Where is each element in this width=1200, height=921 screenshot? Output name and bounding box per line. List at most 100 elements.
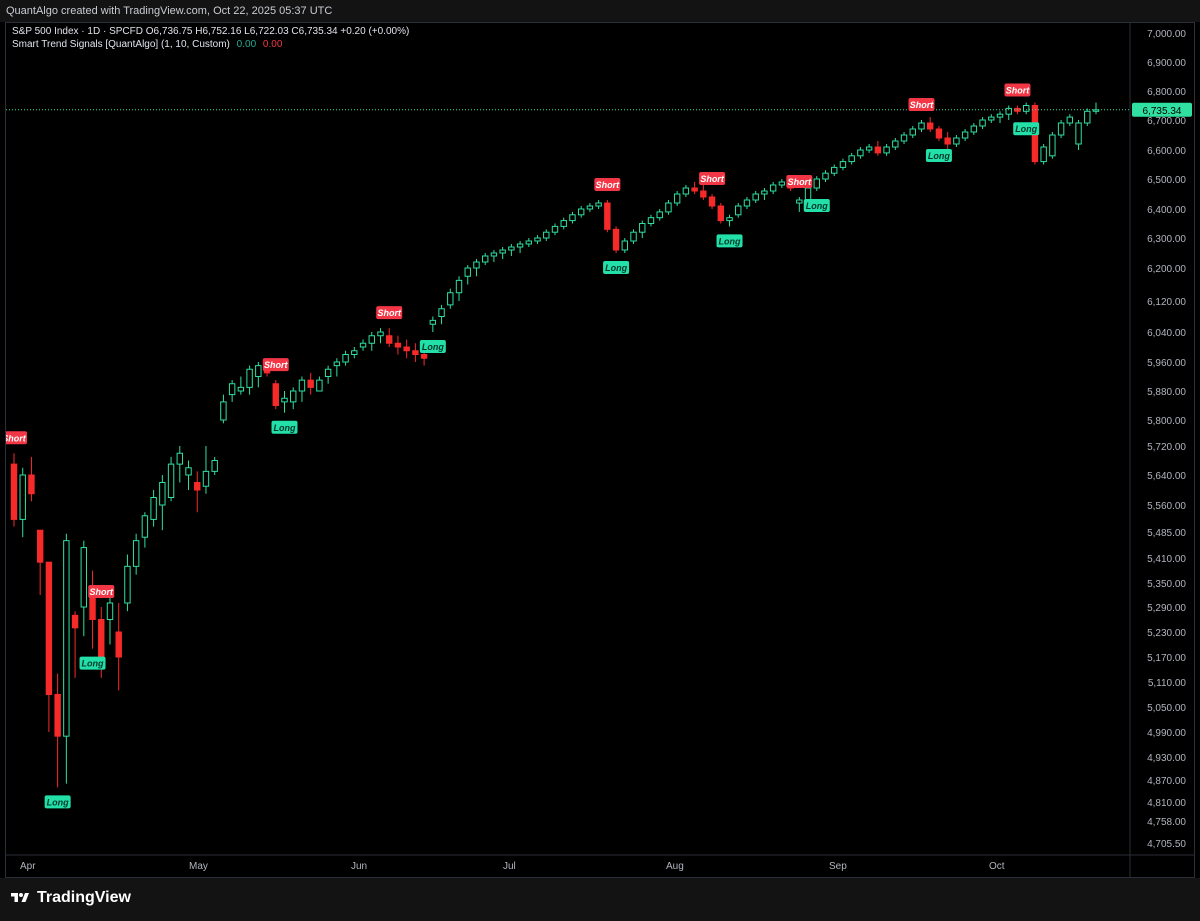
candle-body[interactable]: [490, 252, 498, 257]
candle-body[interactable]: [403, 346, 410, 352]
candle-body[interactable]: [420, 354, 428, 359]
candle-body[interactable]: [665, 202, 672, 213]
candle-body[interactable]: [927, 122, 934, 130]
candle-body[interactable]: [255, 365, 262, 377]
candle-body[interactable]: [194, 482, 201, 491]
candle-body[interactable]: [700, 190, 707, 198]
candle-body[interactable]: [586, 205, 594, 210]
candle-body[interactable]: [429, 319, 437, 325]
candle-body[interactable]: [481, 255, 489, 263]
candle-body[interactable]: [298, 379, 306, 392]
candle-body[interactable]: [386, 335, 393, 344]
candle-body[interactable]: [630, 231, 637, 242]
candle-body[interactable]: [918, 122, 925, 130]
candle-body[interactable]: [988, 116, 995, 121]
candle-body[interactable]: [132, 540, 140, 567]
candle-body[interactable]: [1040, 146, 1047, 163]
candle-body[interactable]: [447, 292, 454, 306]
candle-body[interactable]: [857, 149, 864, 157]
candle-body[interactable]: [473, 261, 480, 269]
candle-body[interactable]: [708, 196, 716, 207]
candle-body[interactable]: [228, 383, 236, 396]
candle-body[interactable]: [682, 187, 690, 195]
chart-pane[interactable]: 7,000.00 6,900.00 6,800.00 6,700.00 6,600.00…: [5, 22, 1195, 878]
indicator-legend-row[interactable]: Smart Trend Signals [QuantAlgo] (1, 10, …: [12, 38, 409, 51]
candle-body[interactable]: [560, 220, 567, 227]
candle-body[interactable]: [115, 631, 122, 658]
candle-body[interactable]: [831, 166, 838, 174]
candle-body[interactable]: [796, 199, 803, 204]
candle-body[interactable]: [324, 368, 332, 377]
candle-body[interactable]: [499, 249, 506, 254]
candle-body[interactable]: [202, 470, 210, 487]
candle-body[interactable]: [534, 237, 541, 242]
candle-body[interactable]: [438, 308, 445, 317]
candle-body[interactable]: [45, 561, 53, 696]
candle-body[interactable]: [1075, 122, 1082, 145]
candle-body[interactable]: [691, 187, 698, 192]
candle-body[interactable]: [412, 350, 419, 355]
candle-body[interactable]: [865, 146, 873, 151]
candle-body[interactable]: [909, 128, 916, 136]
candle-body[interactable]: [883, 146, 890, 154]
candle-body[interactable]: [953, 137, 960, 145]
candle-body[interactable]: [19, 474, 26, 520]
candle-body[interactable]: [979, 119, 986, 127]
candle-body[interactable]: [159, 482, 166, 506]
candle-body[interactable]: [36, 529, 44, 563]
candle-body[interactable]: [333, 361, 341, 367]
candle-body[interactable]: [996, 113, 1004, 118]
candle-body[interactable]: [211, 460, 218, 472]
candle-body[interactable]: [822, 172, 829, 180]
candle-body[interactable]: [464, 267, 471, 277]
candle-body[interactable]: [743, 199, 751, 207]
candle-body[interactable]: [621, 240, 629, 251]
candle-body[interactable]: [394, 342, 402, 348]
candle-body[interactable]: [106, 602, 114, 620]
candle-body[interactable]: [848, 155, 855, 163]
candle-body[interactable]: [612, 228, 620, 251]
candle-body[interactable]: [220, 401, 227, 421]
candle-body[interactable]: [54, 694, 61, 737]
candle-body[interactable]: [368, 335, 375, 344]
candle-body[interactable]: [246, 368, 253, 388]
candle-body[interactable]: [176, 452, 183, 465]
candle-body[interactable]: [961, 131, 969, 139]
candle-body[interactable]: [595, 202, 602, 207]
candle-body[interactable]: [569, 214, 576, 222]
candle-body[interactable]: [813, 178, 820, 189]
tradingview-logo[interactable]: TradingView: [9, 889, 131, 907]
candle-body[interactable]: [874, 146, 882, 154]
candle-body[interactable]: [63, 540, 70, 737]
candle-body[interactable]: [970, 125, 978, 133]
candle-body[interactable]: [1022, 105, 1030, 112]
candle-body[interactable]: [900, 134, 908, 142]
candle-body[interactable]: [1066, 116, 1074, 124]
candle-body[interactable]: [769, 184, 777, 192]
candle-body[interactable]: [726, 217, 733, 222]
candle-body[interactable]: [551, 225, 559, 233]
candle-body[interactable]: [150, 497, 157, 520]
candle-body[interactable]: [1049, 134, 1056, 157]
candle-body[interactable]: [778, 181, 786, 186]
candle-body[interactable]: [508, 246, 515, 251]
candle-body[interactable]: [316, 379, 323, 392]
price-chart[interactable]: 7,000.00 6,900.00 6,800.00 6,700.00 6,600.00…: [6, 23, 1194, 877]
candle-body[interactable]: [735, 205, 742, 216]
candle-body[interactable]: [98, 619, 105, 662]
candle-body[interactable]: [272, 383, 279, 406]
candle-body[interactable]: [1084, 110, 1091, 124]
candle-body[interactable]: [944, 137, 951, 145]
candle-body[interactable]: [455, 279, 463, 294]
candle-body[interactable]: [28, 474, 35, 495]
candle-body[interactable]: [359, 342, 367, 348]
candle-body[interactable]: [673, 193, 681, 204]
candle-body[interactable]: [80, 547, 88, 608]
candle-body[interactable]: [717, 205, 724, 222]
candle-body[interactable]: [185, 467, 192, 476]
candle-body[interactable]: [1057, 122, 1065, 136]
candle-body[interactable]: [377, 331, 384, 337]
candle-body[interactable]: [516, 243, 524, 248]
candle-body[interactable]: [604, 202, 611, 230]
candle-body[interactable]: [10, 463, 18, 520]
